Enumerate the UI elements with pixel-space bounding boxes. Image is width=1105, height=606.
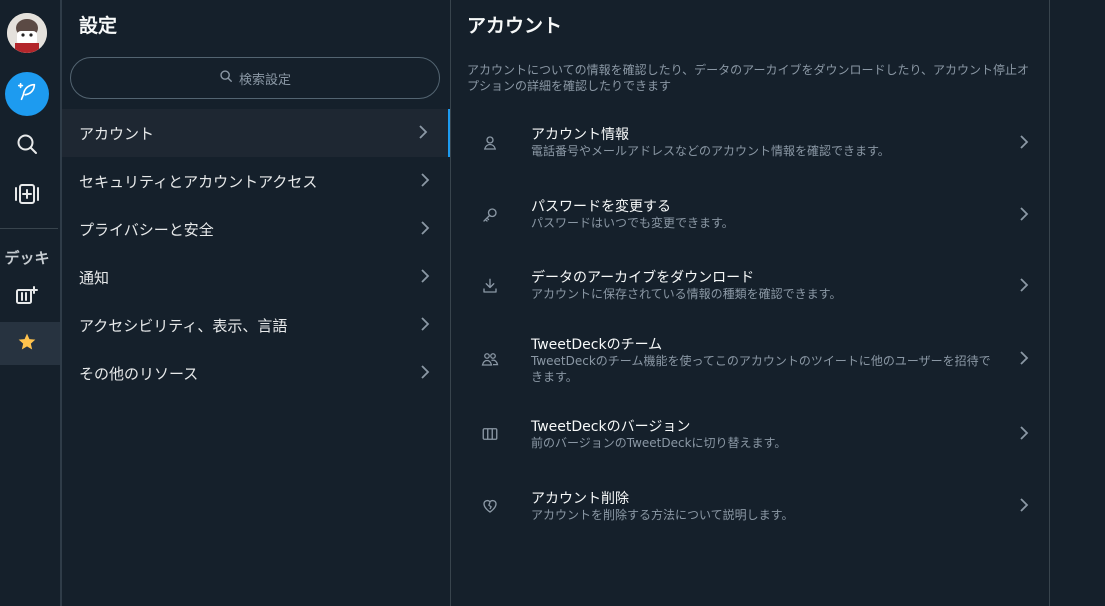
option-delete-account[interactable]: アカウント削除 アカウントを削除する方法について説明します。 bbox=[451, 488, 1049, 548]
option-title: アカウント情報 bbox=[531, 127, 629, 143]
chevron-right-icon bbox=[1019, 134, 1029, 154]
settings-item-privacy[interactable]: プライバシーと安全 bbox=[62, 205, 450, 253]
option-title: アカウント削除 bbox=[531, 491, 629, 507]
search-icon bbox=[15, 132, 39, 160]
chevron-right-icon bbox=[1019, 497, 1029, 517]
option-desc: アカウントに保存されている情報の種類を確認できます。 bbox=[531, 287, 842, 301]
chevron-right-icon bbox=[1019, 206, 1029, 226]
option-title: パスワードを変更する bbox=[531, 199, 671, 215]
chevron-right-icon bbox=[420, 172, 430, 192]
settings-item-notifications[interactable]: 通知 bbox=[62, 253, 450, 301]
settings-menu: アカウント セキュリティとアカウントアクセス プライバシーと安全 通知 アクセシ… bbox=[62, 109, 450, 397]
person-icon bbox=[481, 134, 499, 152]
option-download-archive[interactable]: データのアーカイブをダウンロード アカウントに保存されている情報の種類を確認でき… bbox=[451, 267, 1049, 327]
settings-item-resources[interactable]: その他のリソース bbox=[62, 349, 450, 397]
option-desc: パスワードはいつでも変更できます。 bbox=[531, 216, 734, 230]
settings-panel: 設定 検索設定 アカウント セキュリティとアカウントアクセス プライバシーと安全… bbox=[62, 0, 451, 606]
chevron-right-icon bbox=[1019, 425, 1029, 445]
menu-item-label: アクセシビリティ、表示、言語 bbox=[79, 316, 288, 335]
settings-search-input[interactable]: 検索設定 bbox=[70, 57, 440, 99]
settings-item-account[interactable]: アカウント bbox=[62, 109, 450, 157]
menu-item-label: その他のリソース bbox=[79, 364, 199, 383]
option-title: データのアーカイブをダウンロード bbox=[531, 270, 755, 286]
menu-item-label: アカウント bbox=[79, 124, 155, 143]
page-description: アカウントについての情報を確認したり、データのアーカイブをダウンロードしたり、ア… bbox=[467, 63, 1029, 93]
chevron-right-icon bbox=[420, 364, 430, 384]
rail-divider bbox=[0, 228, 58, 229]
search-icon bbox=[219, 69, 233, 87]
feather-plus-icon bbox=[16, 81, 38, 107]
page-title: アカウント bbox=[467, 15, 563, 37]
broken-heart-icon bbox=[481, 497, 499, 515]
chevron-right-icon bbox=[420, 316, 430, 336]
chevron-right-icon bbox=[420, 268, 430, 288]
search-button[interactable] bbox=[0, 126, 54, 166]
settings-item-accessibility[interactable]: アクセシビリティ、表示、言語 bbox=[62, 301, 450, 349]
chevron-right-icon bbox=[420, 220, 430, 240]
option-tweetdeck-version[interactable]: TweetDeckのバージョン 前のバージョンのTweetDeckに切り替えます… bbox=[451, 416, 1049, 476]
star-icon bbox=[17, 332, 37, 356]
tweetdeck-settings: デッキ 設定 検索設定 アカウント セキュリティとアカウントアクセス プライバシ… bbox=[0, 0, 1105, 606]
add-column-icon bbox=[14, 182, 40, 210]
settings-item-security[interactable]: セキュリティとアカウントアクセス bbox=[62, 157, 450, 205]
menu-item-label: プライバシーと安全 bbox=[79, 220, 214, 239]
option-change-password[interactable]: パスワードを変更する パスワードはいつでも変更できます。 bbox=[451, 196, 1049, 256]
option-account-info[interactable]: アカウント情報 電話番号やメールアドレスなどのアカウント情報を確認できます。 bbox=[451, 124, 1049, 184]
empty-column-area bbox=[1050, 0, 1105, 606]
option-desc: TweetDeckのチーム機能を使ってこのアカウントのツイートに他のユーザーを招… bbox=[531, 354, 991, 384]
option-title: TweetDeckのチーム bbox=[531, 337, 663, 353]
add-column-button[interactable] bbox=[0, 176, 54, 216]
search-placeholder: 検索設定 bbox=[238, 72, 291, 88]
option-desc: 電話番号やメールアドレスなどのアカウント情報を確認できます。 bbox=[531, 144, 890, 158]
left-rail: デッキ bbox=[0, 0, 62, 606]
account-detail-panel: アカウント アカウントについての情報を確認したり、データのアーカイブをダウンロー… bbox=[451, 0, 1050, 606]
option-desc: アカウントを削除する方法について説明します。 bbox=[531, 508, 794, 522]
deck-star-item[interactable] bbox=[0, 322, 60, 365]
option-desc: 前のバージョンのTweetDeckに切り替えます。 bbox=[531, 436, 787, 450]
add-deck-icon bbox=[15, 284, 39, 310]
menu-item-label: セキュリティとアカウントアクセス bbox=[79, 172, 318, 191]
key-icon bbox=[481, 206, 499, 224]
settings-title: 設定 bbox=[79, 15, 118, 37]
add-deck-button[interactable] bbox=[0, 277, 54, 317]
columns-icon bbox=[481, 425, 499, 443]
chevron-right-icon bbox=[418, 124, 428, 144]
compose-button[interactable] bbox=[5, 72, 49, 116]
avatar[interactable] bbox=[7, 13, 47, 53]
team-icon bbox=[481, 350, 499, 368]
deck-label: デッキ bbox=[4, 249, 50, 267]
option-tweetdeck-team[interactable]: TweetDeckのチーム TweetDeckのチーム機能を使ってこのアカウント… bbox=[451, 334, 1049, 394]
chevron-right-icon bbox=[1019, 350, 1029, 370]
chevron-right-icon bbox=[1019, 277, 1029, 297]
menu-item-label: 通知 bbox=[79, 268, 110, 287]
option-title: TweetDeckのバージョン bbox=[531, 419, 691, 435]
download-icon bbox=[481, 277, 499, 295]
